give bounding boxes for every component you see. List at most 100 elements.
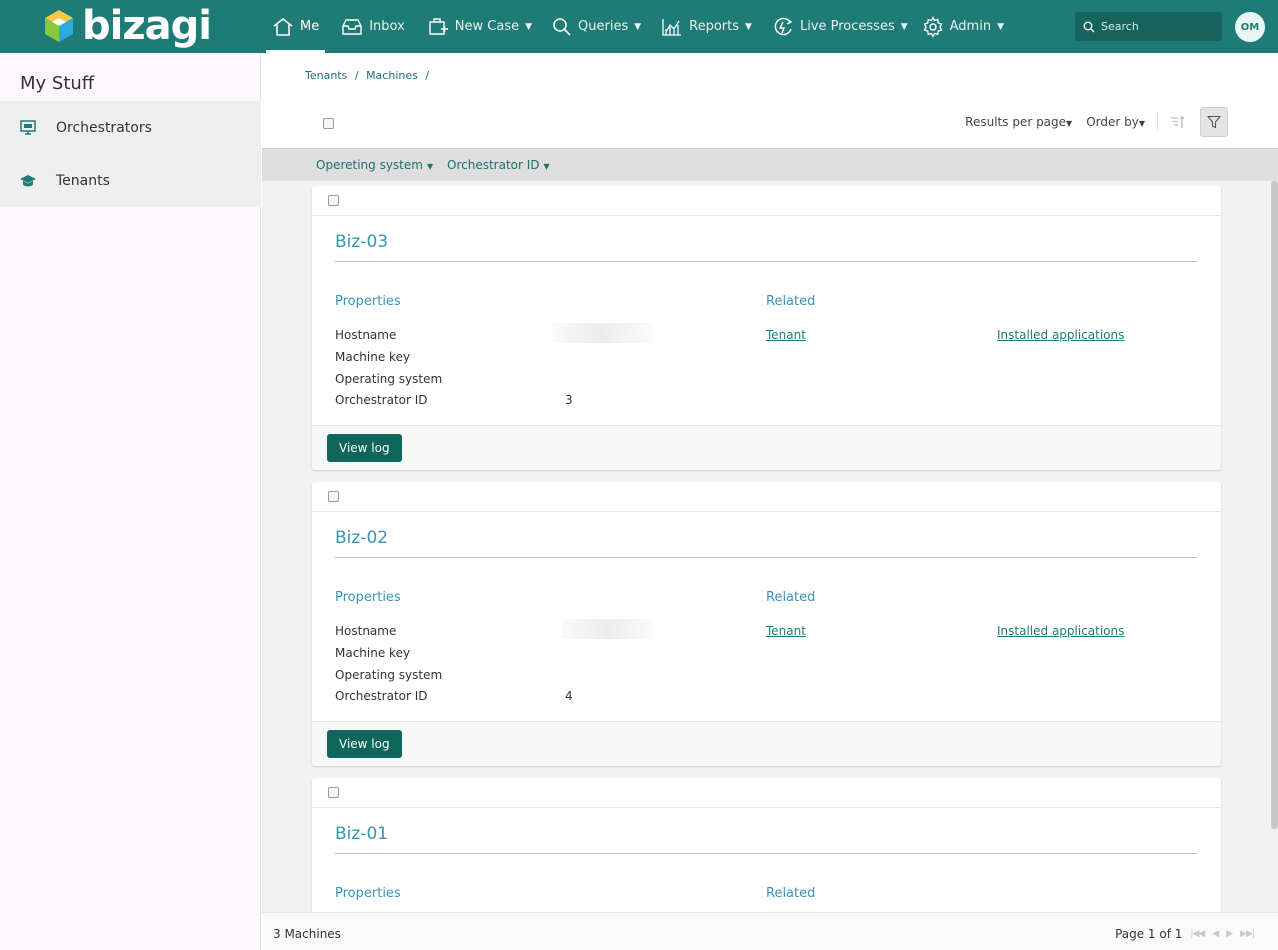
card-checkbox[interactable] <box>328 195 339 206</box>
caret-down-icon: ▼ <box>1066 119 1073 128</box>
filter-button[interactable] <box>1200 107 1228 137</box>
installed-applications-link[interactable]: Installed applications <box>997 328 1124 342</box>
chevron-down-icon: ▼ <box>900 21 908 32</box>
installed-applications-link[interactable]: Installed applications <box>997 624 1124 638</box>
hostname-label: Hostname <box>335 328 397 342</box>
nav-live-processes-label: Live Processes <box>799 19 895 34</box>
hostname-value-redacted <box>561 619 652 639</box>
machine-card: Biz-01 Properties Related <box>312 778 1221 912</box>
related-label: Related <box>766 886 816 901</box>
card-header <box>312 778 1221 808</box>
card-title[interactable]: Biz-01 <box>335 824 388 844</box>
live-processes-icon <box>774 17 793 35</box>
hostname-label: Hostname <box>335 624 397 638</box>
nav-queries-label: Queries <box>578 19 629 34</box>
next-page-icon[interactable]: ▶ <box>1226 929 1233 939</box>
nav-admin[interactable]: Admin ▼ <box>916 0 1010 53</box>
operating-system-label: Operating system <box>335 668 443 682</box>
gear-icon <box>923 15 943 38</box>
related-label: Related <box>766 590 816 605</box>
sidebar-item-tenants[interactable]: Tenants <box>0 154 261 207</box>
bizagi-cube-icon <box>45 10 73 42</box>
chevron-down-icon: ▼ <box>634 21 642 32</box>
new-case-icon <box>429 17 448 35</box>
filter-icon <box>1207 115 1221 129</box>
monitor-icon <box>20 120 36 135</box>
card-footer: View log <box>312 721 1221 766</box>
chevron-down-icon: ▼ <box>745 21 752 32</box>
caret-down-icon: ▼ <box>543 162 550 171</box>
machine-key-label: Machine key <box>335 646 411 660</box>
orchestrator-id-label: Orchestrator ID <box>335 689 428 703</box>
caret-down-icon: ▼ <box>426 162 434 171</box>
card-title[interactable]: Biz-02 <box>335 528 388 548</box>
sidebar: My Stuff Orchestrators Tenants <box>0 53 261 950</box>
machine-card: Biz-03 Properties Related Hostname Machi… <box>312 186 1221 470</box>
orchestrator-id-value: 3 <box>565 393 573 407</box>
machine-list: Biz-03 Properties Related Hostname Machi… <box>262 181 1278 912</box>
results-per-page-dropdown[interactable]: Results per page▼ <box>965 115 1072 129</box>
sidebar-title: My Stuff <box>20 73 95 94</box>
card-checkbox[interactable] <box>328 491 339 502</box>
nav-inbox-label: Inbox <box>369 19 405 34</box>
tenant-link[interactable]: Tenant <box>766 624 806 638</box>
view-log-button[interactable]: View log <box>327 730 402 758</box>
filter-operating-system[interactable]: Opereting system ▼ <box>316 158 433 172</box>
vertical-scrollbar[interactable] <box>1271 181 1278 829</box>
nav-live-processes[interactable]: Live Processes ▼ <box>766 0 914 53</box>
record-count: 3 Machines <box>273 927 341 941</box>
divider <box>335 261 1197 262</box>
breadcrumb-machines[interactable]: Machines / <box>366 69 429 82</box>
order-by-dropdown[interactable]: Order by▼ <box>1086 115 1145 129</box>
inbox-icon <box>342 18 362 35</box>
orchestrator-id-label: Orchestrator ID <box>335 393 428 407</box>
chevron-down-icon: ▼ <box>525 21 533 32</box>
nav-me-label: Me <box>300 19 320 34</box>
breadcrumb: Tenants / Machines / <box>305 69 433 82</box>
main-nav: Me Inbox New Case ▼ Queries ▼ Reports ▼ … <box>266 0 1010 53</box>
select-all-checkbox[interactable] <box>323 118 334 129</box>
filter-bar: Opereting system ▼ Orchestrator ID ▼ <box>262 148 1278 181</box>
orchestrator-id-value: 4 <box>565 689 573 703</box>
status-bar: 3 Machines Page 1 of 1 |◀◀ ◀ ▶ ▶▶| <box>262 912 1278 950</box>
caret-down-icon: ▼ <box>1138 119 1145 128</box>
search-input[interactable] <box>1101 20 1211 33</box>
top-bar: bizagi Me Inbox New Case ▼ Queries ▼ Rep… <box>0 0 1278 53</box>
bizagi-logo[interactable]: bizagi <box>44 3 212 49</box>
hostname-value-redacted <box>552 323 652 343</box>
nav-me[interactable]: Me <box>266 0 326 53</box>
brand-name: bizagi <box>82 3 212 49</box>
card-title[interactable]: Biz-03 <box>335 232 388 252</box>
card-footer: View log <box>312 425 1221 470</box>
first-page-icon[interactable]: |◀◀ <box>1190 929 1205 939</box>
view-log-button[interactable]: View log <box>327 434 402 462</box>
sidebar-list: Orchestrators Tenants <box>0 101 261 207</box>
search-icon <box>1083 21 1095 32</box>
breadcrumb-tenants[interactable]: Tenants / <box>305 69 359 82</box>
sidebar-item-orchestrators[interactable]: Orchestrators <box>0 101 261 154</box>
operating-system-label: Operating system <box>335 372 443 386</box>
reports-icon <box>662 18 682 36</box>
main-content: Tenants / Machines / Results per page▼ O… <box>262 53 1278 950</box>
nav-queries[interactable]: Queries ▼ <box>546 0 647 53</box>
page-indicator: Page 1 of 1 <box>1115 927 1183 941</box>
card-body: Biz-01 Properties Related <box>312 808 1221 912</box>
filter-orchestrator-id[interactable]: Orchestrator ID ▼ <box>447 158 550 172</box>
nav-new-case[interactable]: New Case ▼ <box>421 0 538 53</box>
last-page-icon[interactable]: ▶▶| <box>1240 929 1255 939</box>
user-avatar[interactable]: OM <box>1235 12 1265 42</box>
sidebar-item-label: Tenants <box>56 172 110 189</box>
properties-label: Properties <box>335 886 401 901</box>
nav-reports[interactable]: Reports ▼ <box>655 0 758 53</box>
search-box[interactable] <box>1075 12 1222 41</box>
sort-direction-button[interactable] <box>1164 108 1192 136</box>
divider <box>335 557 1197 558</box>
machine-card: Biz-02 Properties Related Hostname Machi… <box>312 482 1221 766</box>
card-body: Biz-03 Properties Related Hostname Machi… <box>312 216 1221 407</box>
nav-reports-label: Reports <box>689 19 740 34</box>
tenant-link[interactable]: Tenant <box>766 328 806 342</box>
nav-inbox[interactable]: Inbox <box>335 0 411 53</box>
card-header <box>312 186 1221 216</box>
card-checkbox[interactable] <box>328 787 339 798</box>
previous-page-icon[interactable]: ◀ <box>1212 929 1219 939</box>
